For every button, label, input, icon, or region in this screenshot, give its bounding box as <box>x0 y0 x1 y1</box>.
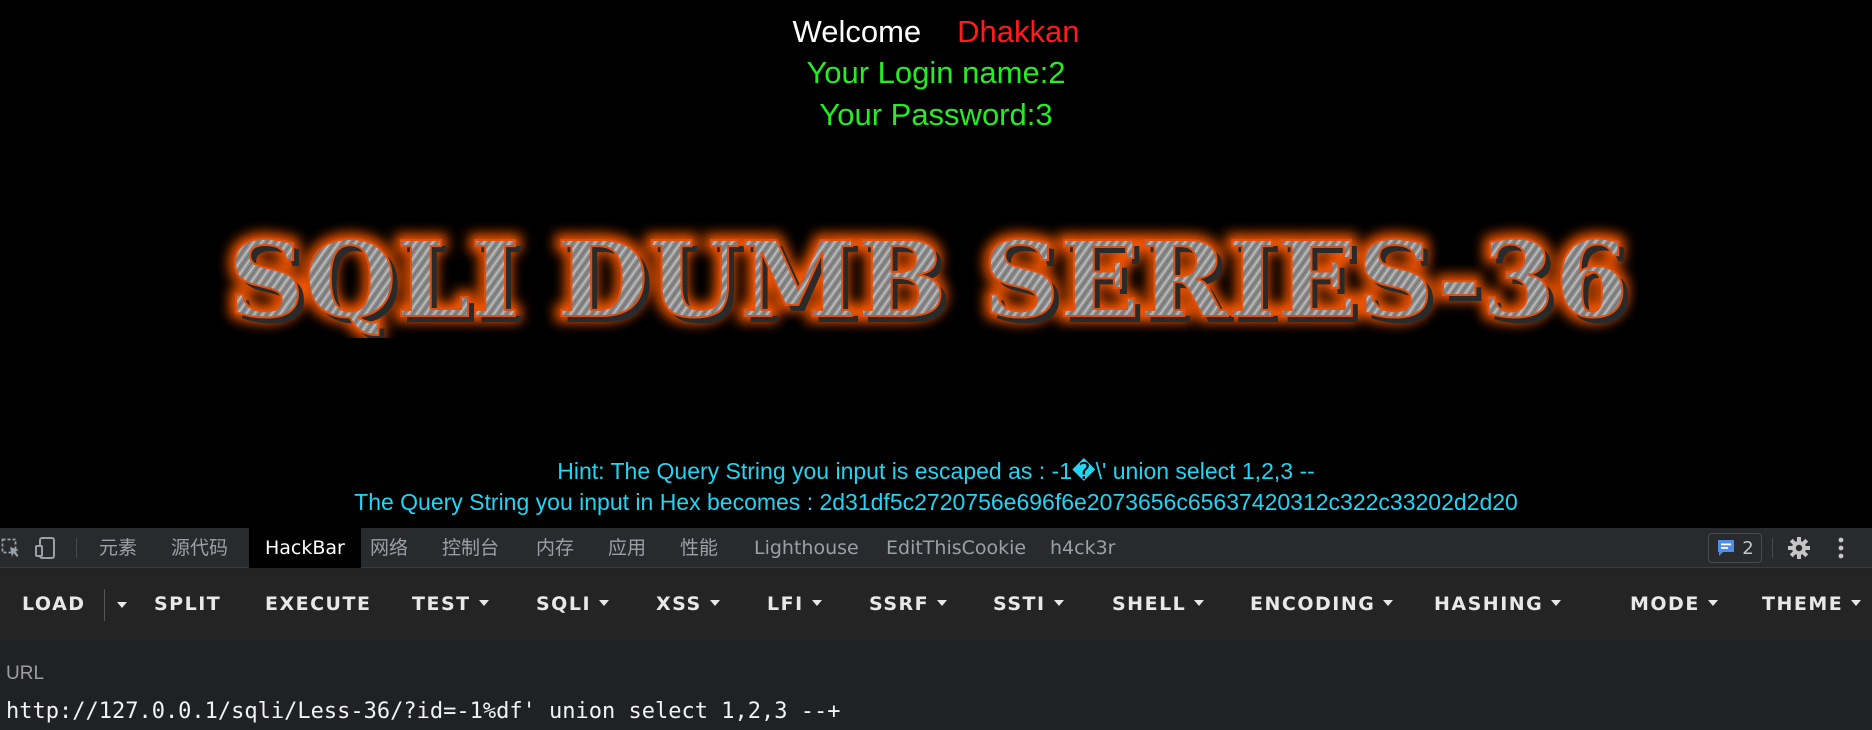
tab-performance[interactable]: 性能 <box>664 528 734 568</box>
tab-elements[interactable]: 元素 <box>83 528 153 568</box>
hex-text: The Query String you input in Hex become… <box>354 489 1518 515</box>
chevron-down-icon <box>1851 599 1862 606</box>
lfi-menu[interactable]: LFI <box>767 569 822 640</box>
tab-network[interactable]: 网络 <box>354 528 424 568</box>
chevron-down-icon <box>1383 599 1394 606</box>
chevron-down-icon <box>937 599 948 606</box>
devtools-panel: 元素 源代码 HackBar 网络 控制台 内存 应用 性能 Lighthous… <box>0 528 1872 730</box>
welcome-line: Welcome Dhakkan <box>0 14 1872 50</box>
more-options-icon[interactable] <box>1826 528 1856 568</box>
welcome-text: Welcome <box>792 14 922 49</box>
settings-gear-icon[interactable] <box>1782 528 1816 568</box>
execute-button[interactable]: EXECUTE <box>265 569 371 640</box>
tab-bar-divider <box>76 538 77 558</box>
url-label: URL <box>6 663 45 684</box>
banner-title: SQLI DUMB SERIES-36 <box>228 218 1628 338</box>
shell-menu[interactable]: SHELL <box>1112 569 1205 640</box>
tab-sources[interactable]: 源代码 <box>155 528 244 568</box>
issues-count: 2 <box>1742 537 1754 559</box>
load-dropdown-chevron-icon[interactable] <box>112 569 132 640</box>
hashing-menu[interactable]: HASHING <box>1434 569 1562 640</box>
tab-console[interactable]: 控制台 <box>426 528 515 568</box>
chevron-down-icon <box>478 599 489 606</box>
chevron-down-icon <box>1551 599 1562 606</box>
page-content: Welcome Dhakkan Your Login name:2 Your Pa… <box>0 0 1872 528</box>
ssrf-menu-label: SSRF <box>869 593 930 615</box>
message-icon <box>1718 540 1735 556</box>
sqli-menu[interactable]: SQLI <box>536 569 610 640</box>
issues-badge[interactable]: 2 <box>1708 533 1762 563</box>
tab-lighthouse[interactable]: Lighthouse <box>738 528 875 568</box>
load-divider <box>104 589 105 621</box>
tab-h4ck3r[interactable]: h4ck3r <box>1034 528 1131 568</box>
sqli-menu-label: SQLI <box>536 593 592 615</box>
chevron-down-icon <box>811 599 822 606</box>
tab-hackbar[interactable]: HackBar <box>249 528 361 568</box>
sqli-series-banner: SQLI DUMB SERIES-36 SQLI DUMB SERIES-36 … <box>222 218 1634 338</box>
mode-menu-label: MODE <box>1630 593 1700 615</box>
url-input[interactable] <box>0 692 1872 730</box>
hackbar-toolbar: LOAD SPLIT EXECUTE TEST SQLI XSS LFI SSR… <box>0 569 1872 640</box>
username-text: Dhakkan <box>957 14 1080 49</box>
theme-menu[interactable]: THEME <box>1762 569 1862 640</box>
chevron-down-icon <box>1194 599 1205 606</box>
tab-bar-divider <box>1772 538 1773 558</box>
mode-menu[interactable]: MODE <box>1630 569 1718 640</box>
tab-editthiscookie[interactable]: EditThisCookie <box>870 528 1042 568</box>
split-button[interactable]: SPLIT <box>154 569 221 640</box>
test-menu-label: TEST <box>412 593 471 615</box>
test-menu[interactable]: TEST <box>412 569 489 640</box>
device-toolbar-icon[interactable] <box>32 528 60 568</box>
ssti-menu[interactable]: SSTI <box>993 569 1064 640</box>
hashing-menu-label: HASHING <box>1434 593 1544 615</box>
url-section: URL <box>0 640 1872 730</box>
chevron-down-icon <box>1053 599 1064 606</box>
load-button[interactable]: LOAD <box>22 569 86 640</box>
hint-text: Hint: The Query String you input is esca… <box>557 458 1315 484</box>
chevron-down-icon <box>599 599 610 606</box>
chevron-down-icon <box>1707 599 1718 606</box>
password-text: Your Password:3 <box>819 97 1053 132</box>
xss-menu-label: XSS <box>656 593 702 615</box>
encoding-menu[interactable]: ENCODING <box>1250 569 1394 640</box>
chevron-down-icon <box>709 599 720 606</box>
ssrf-menu[interactable]: SSRF <box>869 569 948 640</box>
inspect-element-icon[interactable] <box>0 528 22 568</box>
login-name-text: Your Login name:2 <box>806 55 1066 90</box>
shell-menu-label: SHELL <box>1112 593 1187 615</box>
tab-application[interactable]: 应用 <box>592 528 662 568</box>
tab-memory[interactable]: 内存 <box>520 528 590 568</box>
encoding-menu-label: ENCODING <box>1250 593 1376 615</box>
ssti-menu-label: SSTI <box>993 593 1046 615</box>
lfi-menu-label: LFI <box>767 593 804 615</box>
devtools-tab-bar: 元素 源代码 HackBar 网络 控制台 内存 应用 性能 Lighthous… <box>0 528 1872 568</box>
xss-menu[interactable]: XSS <box>656 569 720 640</box>
theme-menu-label: THEME <box>1762 593 1844 615</box>
